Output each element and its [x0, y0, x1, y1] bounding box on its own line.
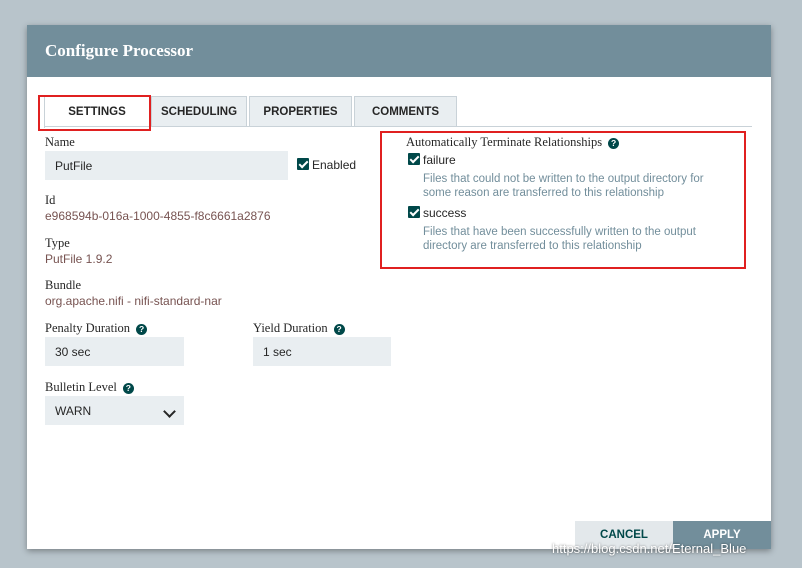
name-field[interactable]	[45, 151, 288, 180]
enabled-label: Enabled	[312, 158, 357, 172]
bulletin-level-select[interactable]: WARN	[45, 396, 184, 425]
settings-tab-highlight	[38, 95, 151, 131]
bundle-value: org.apache.nifi - nifi-standard-nar	[45, 294, 222, 308]
enabled-checkbox[interactable]	[297, 158, 309, 170]
bulletin-level-value: WARN	[55, 404, 92, 418]
yield-duration-label: Yield Duration?	[253, 321, 345, 336]
yield-duration-text: Yield Duration	[253, 321, 328, 335]
tab-properties[interactable]: PROPERTIES	[249, 96, 352, 127]
failure-description: Files that could not be written to the o…	[423, 173, 704, 199]
id-label: Id	[45, 193, 56, 207]
watermark-text: https://blog.csdn.net/Eternal_Blue	[552, 541, 747, 556]
dialog-title: Configure Processor	[45, 41, 194, 60]
help-icon[interactable]: ?	[136, 323, 148, 335]
relationships-title: Automatically Terminate Relationships?	[406, 135, 620, 150]
type-label: Type	[45, 236, 70, 250]
success-description: Files that have been successfully writte…	[423, 226, 696, 252]
relationships-title-text: Automatically Terminate Relationships	[406, 135, 603, 149]
help-icon[interactable]: ?	[122, 382, 134, 394]
help-icon[interactable]: ?	[608, 137, 620, 149]
penalty-duration-text: Penalty Duration	[45, 321, 131, 335]
id-value: e968594b-016a-1000-4855-f8c6661a2876	[45, 209, 271, 223]
failure-label: failure	[423, 153, 456, 167]
bundle-label: Bundle	[45, 278, 82, 292]
success-checkbox[interactable]	[408, 206, 420, 218]
name-label: Name	[45, 135, 75, 149]
dialog-header: Configure Processor	[27, 25, 771, 77]
chevron-down-icon	[163, 405, 176, 418]
failure-checkbox[interactable]	[408, 153, 420, 165]
tab-comments[interactable]: COMMENTS	[354, 96, 457, 127]
configure-processor-dialog: Configure Processor SETTINGS SCHEDULING …	[27, 25, 771, 549]
help-icon[interactable]: ?	[333, 323, 345, 335]
bulletin-level-text: Bulletin Level	[45, 380, 117, 394]
tab-scheduling[interactable]: SCHEDULING	[151, 96, 247, 127]
bulletin-level-label: Bulletin Level?	[45, 380, 134, 395]
type-value: PutFile 1.9.2	[45, 252, 113, 266]
yield-duration-field[interactable]	[253, 337, 391, 366]
success-label: success	[423, 206, 467, 220]
penalty-duration-field[interactable]	[45, 337, 184, 366]
penalty-duration-label: Penalty Duration?	[45, 321, 148, 336]
